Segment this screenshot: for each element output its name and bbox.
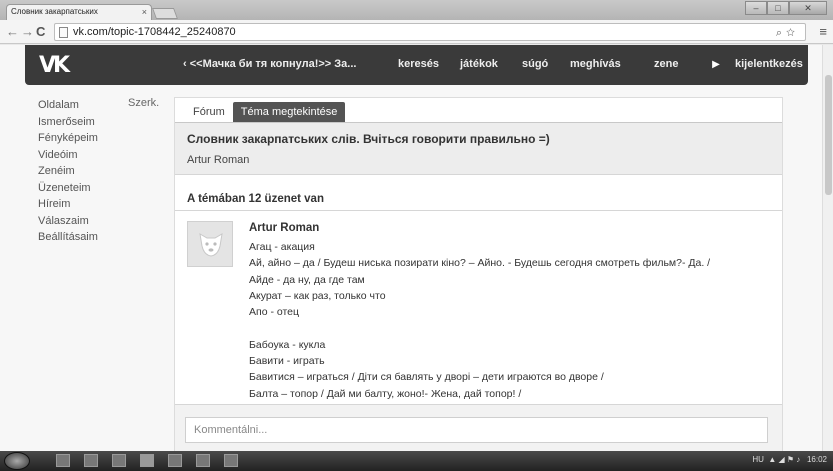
topic-panel: Fórum Téma megtekintése Словник закарпат… <box>174 97 783 451</box>
post-body: Агац - акация Ай, айно – да / Будеш нись… <box>249 239 774 402</box>
nav-invite-link[interactable]: meghívás <box>570 58 621 70</box>
sidebar-item-photos[interactable]: Fényképeim <box>38 130 168 147</box>
message-count: A témában 12 üzenet van <box>187 193 324 205</box>
sidebar-item-videos[interactable]: Videóim <box>38 147 168 164</box>
post-line: Бабоука - кукла <box>249 338 326 351</box>
post-line: Апо - отец <box>249 306 300 319</box>
site-header: VK ‹ <<Мачка би тя копнула!>> За... kere… <box>25 45 808 85</box>
comment-area <box>175 404 782 451</box>
language-indicator[interactable]: HU <box>752 455 764 464</box>
system-tray: HU ▲ ◢ ⚑ ♪ 16:02 <box>752 455 827 464</box>
music-play-icon[interactable]: ▶ <box>705 54 727 76</box>
menu-icon[interactable]: ≡ <box>819 24 827 39</box>
scroll-thumb[interactable] <box>825 75 832 195</box>
os-taskbar: HU ▲ ◢ ⚑ ♪ 16:02 <box>0 451 833 471</box>
back-arrow-icon[interactable]: ← <box>6 24 19 40</box>
zoom-star-icons[interactable]: ⌕☆ <box>776 25 799 41</box>
sidebar-item-news[interactable]: Híreim <box>38 196 168 213</box>
browser-toolbar: ← → C vk.com/topic-1708442_25240870 ⌕☆ ≡ <box>0 20 833 44</box>
browser-titlebar: Словник закарпатських × – □ ✕ <box>0 0 833 20</box>
post-line: Агац - акация <box>249 241 315 253</box>
post-line <box>249 320 774 336</box>
taskbar-chrome-icon[interactable] <box>140 454 154 467</box>
window-controls: – □ ✕ <box>745 1 827 16</box>
reload-icon[interactable]: C <box>36 24 45 40</box>
dog-avatar-icon <box>199 233 223 257</box>
page-scrollbar[interactable] <box>822 45 833 451</box>
avatar[interactable] <box>187 221 233 267</box>
taskbar-media-icon[interactable] <box>112 454 126 467</box>
forward-arrow-icon[interactable]: → <box>21 24 34 40</box>
vk-logo[interactable]: VK <box>39 53 70 78</box>
taskbar-ie-icon[interactable] <box>56 454 70 467</box>
clock[interactable]: 16:02 <box>807 455 827 464</box>
sidebar-edit-link[interactable]: Szerk. <box>128 97 159 109</box>
post-line: Бавитися – играться / Діти ся бавлять у … <box>249 371 604 384</box>
topic-author-link[interactable]: Artur Roman <box>187 154 249 166</box>
left-sidebar: Oldalam Szerk. Ismerőseim Fényképeim Vid… <box>38 97 168 246</box>
nav-games-link[interactable]: játékok <box>460 58 498 70</box>
post-line: Акурат – как раз, только что <box>249 289 386 302</box>
post-line: Айде - да ну, да где там <box>249 273 365 286</box>
maximize-icon[interactable]: □ <box>767 1 789 15</box>
url-text: vk.com/topic-1708442_25240870 <box>73 26 236 38</box>
browser-tab[interactable]: Словник закарпатських × <box>6 4 152 20</box>
topic-title: Словник закарпатських слів. Вчіться гово… <box>187 132 550 146</box>
nav-help-link[interactable]: súgó <box>522 58 548 70</box>
tab-view-topic[interactable]: Téma megtekintése <box>232 102 346 122</box>
topic-tabs: Fórum Téma megtekintése <box>185 102 346 122</box>
address-bar[interactable]: vk.com/topic-1708442_25240870 ⌕☆ <box>54 23 806 41</box>
back-to-group-link[interactable]: ‹ <<Мачка би тя копнула!>> За... <box>183 58 356 70</box>
start-button[interactable] <box>4 452 30 470</box>
count-divider <box>175 210 782 211</box>
tray-icons[interactable]: ▲ ◢ ⚑ ♪ <box>766 455 805 464</box>
taskbar-app-icon[interactable] <box>196 454 210 467</box>
page-icon <box>59 27 68 38</box>
post-line: Бавити - играть <box>249 355 325 368</box>
page-viewport: VK ‹ <<Мачка би тя копнула!>> За... kere… <box>0 45 833 451</box>
topic-header: Словник закарпатських слів. Вчіться гово… <box>175 123 782 175</box>
post-line: Балта – топор / Дай ми балту, жоно!- Жен… <box>249 387 522 400</box>
tab-title: Словник закарпатських <box>11 7 98 16</box>
logout-link[interactable]: kijelentkezés <box>735 58 803 70</box>
minimize-icon[interactable]: – <box>745 1 767 15</box>
new-tab-button[interactable] <box>151 8 179 19</box>
post-line: Ай, айно – да / Будеш ниська позирати кі… <box>249 257 711 270</box>
taskbar-explorer-icon[interactable] <box>84 454 98 467</box>
taskbar-app-icon[interactable] <box>224 454 238 467</box>
taskbar-app-icon[interactable] <box>168 454 182 467</box>
sidebar-item-music[interactable]: Zenéim <box>38 163 168 180</box>
tab-forum[interactable]: Fórum <box>185 102 233 122</box>
post-author-link[interactable]: Artur Roman <box>249 222 319 234</box>
sidebar-item-friends[interactable]: Ismerőseim <box>38 114 168 131</box>
comment-input[interactable] <box>185 417 768 443</box>
tab-close-icon[interactable]: × <box>142 5 147 19</box>
sidebar-item-settings[interactable]: Beállításaim <box>38 229 168 246</box>
sidebar-item-replies[interactable]: Válaszaim <box>38 213 168 230</box>
window-close-icon[interactable]: ✕ <box>789 1 827 15</box>
nav-music-link[interactable]: zene <box>654 58 678 70</box>
nav-search-link[interactable]: keresés <box>398 58 439 70</box>
sidebar-item-messages[interactable]: Üzeneteim <box>38 180 168 197</box>
